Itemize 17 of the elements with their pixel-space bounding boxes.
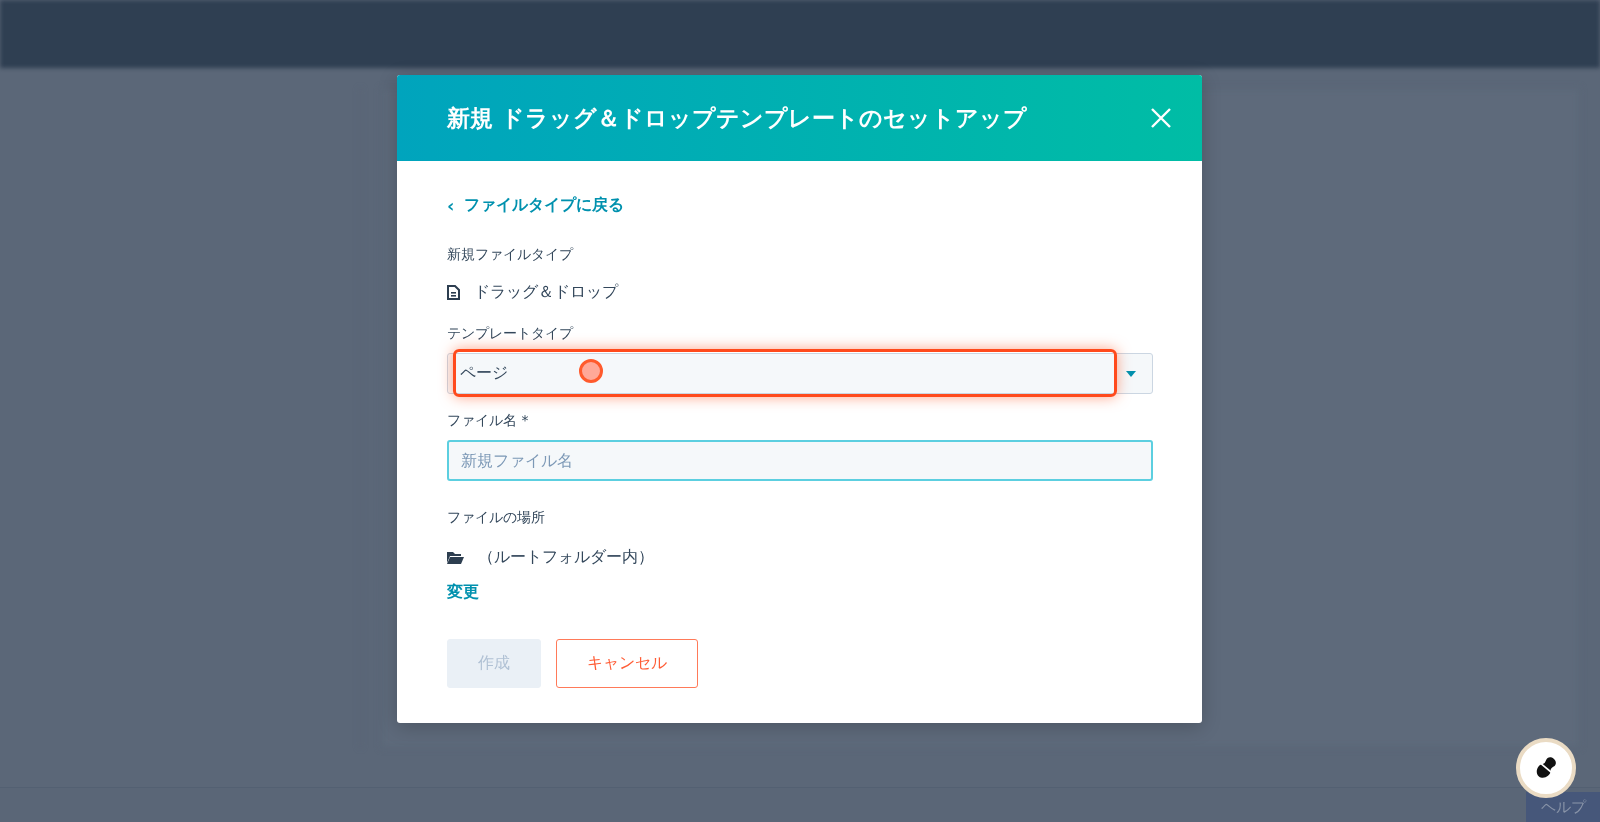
folder-icon	[447, 551, 464, 564]
field-label: テンプレートタイプ	[447, 325, 573, 343]
help-tab[interactable]: ヘルプ	[1526, 792, 1600, 822]
document-icon	[447, 285, 460, 300]
file-name-field[interactable]: 新規ファイル名	[447, 440, 1153, 481]
back-link[interactable]: ‹ ファイルタイプに戻る	[447, 195, 625, 216]
field-label: 新規ファイルタイプ	[447, 246, 573, 264]
close-icon	[1150, 107, 1172, 129]
dropdown-caret-icon	[1126, 370, 1136, 377]
field-label: ファイルの場所	[447, 509, 545, 527]
template-type-dropdown[interactable]: ページ	[447, 353, 1153, 394]
change-link[interactable]: 変更	[447, 582, 479, 603]
location-value: （ルートフォルダー内）	[478, 547, 654, 568]
file-type-value: ドラッグ＆ドロップ	[474, 282, 618, 303]
cancel-button[interactable]: キャンセル	[556, 639, 698, 688]
dialog-title: 新規 ドラッグ＆ドロップテンプレートのセットアップ	[447, 103, 1027, 133]
field-label: ファイル名 *	[447, 412, 529, 430]
